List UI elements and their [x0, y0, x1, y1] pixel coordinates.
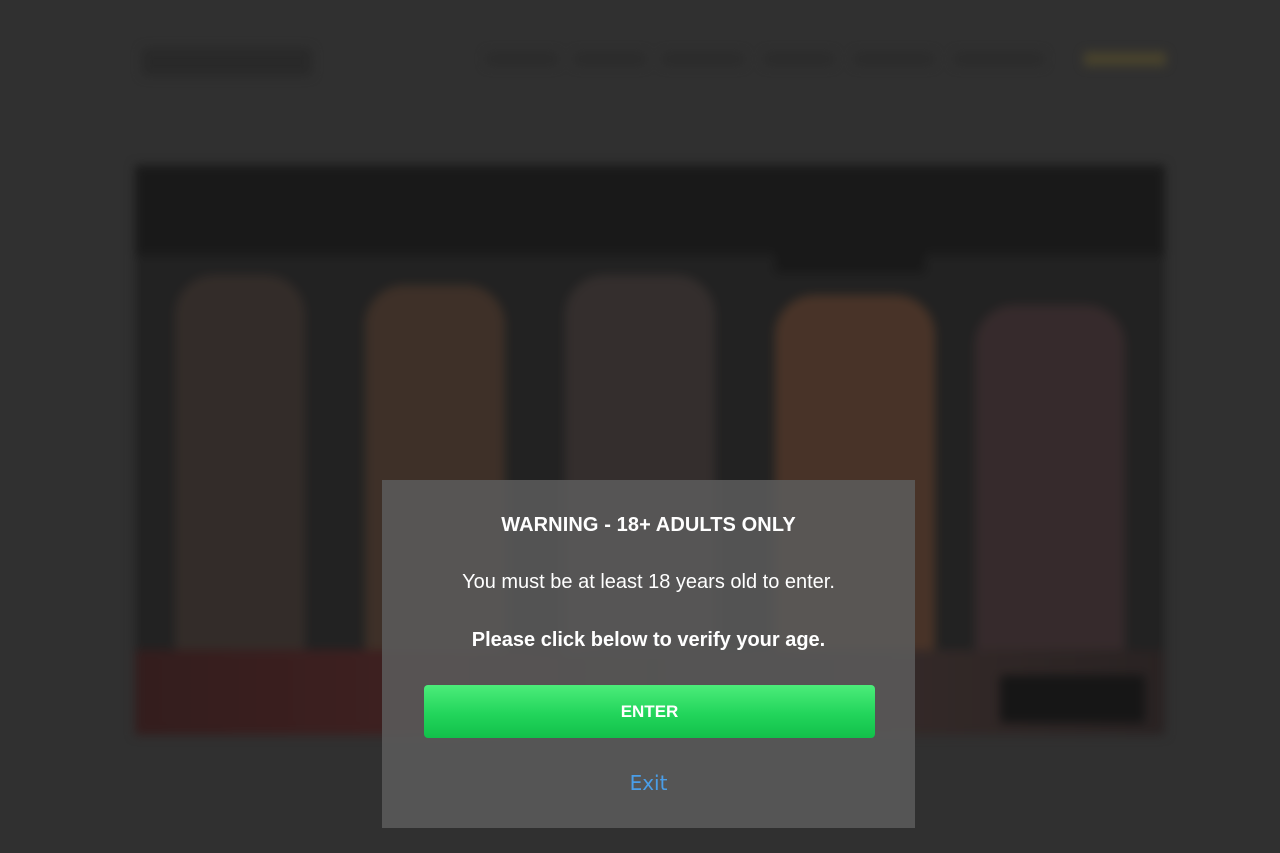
- age-requirement-text: You must be at least 18 years old to ent…: [462, 571, 835, 593]
- enter-button[interactable]: ENTER: [424, 685, 875, 738]
- exit-link[interactable]: Exit: [382, 771, 915, 795]
- age-verification-modal: WARNING - 18+ ADULTS ONLY You must be at…: [382, 480, 915, 828]
- verify-prompt: Please click below to verify your age.: [471, 629, 826, 651]
- warning-title: WARNING - 18+ ADULTS ONLY: [501, 514, 796, 536]
